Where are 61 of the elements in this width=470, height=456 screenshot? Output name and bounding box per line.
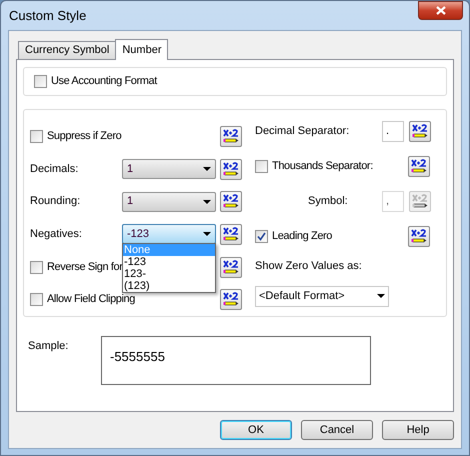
dialog-button[interactable]: OK	[220, 420, 292, 440]
checkbox[interactable]	[30, 130, 43, 143]
checkbox-label: Leading Zero	[272, 228, 332, 244]
dialog-button[interactable]: Cancel	[301, 420, 373, 440]
field-label: Symbol:	[308, 194, 348, 207]
formula-button[interactable]	[220, 126, 242, 147]
dialog-button[interactable]: Help	[382, 420, 454, 440]
dropdown-option[interactable]: 123-	[123, 268, 215, 280]
formula-button[interactable]	[409, 120, 431, 142]
dropdown[interactable]: -123	[122, 224, 216, 244]
field-label: Decimal Separator:	[255, 124, 350, 137]
formula-pencil-icon	[411, 228, 427, 244]
tab[interactable]: Currency Symbol	[18, 41, 116, 60]
close-icon	[436, 6, 446, 15]
field-label: Decimals:	[30, 162, 80, 177]
formula-pencil-icon	[223, 162, 239, 176]
checkbox-label: Suppress if Zero	[47, 129, 122, 144]
checkbox-label: Reverse Sign for	[47, 260, 123, 275]
dropdown-option[interactable]: (123)	[123, 280, 215, 292]
separator-field[interactable]: .	[382, 120, 404, 142]
dropdown-option[interactable]: -123	[123, 256, 215, 268]
formula-pencil-icon	[223, 226, 239, 242]
sample-preview: -5555555	[101, 336, 371, 385]
dropdown[interactable]: <Default Format>	[255, 286, 389, 306]
caret-icon	[203, 167, 211, 171]
checkbox[interactable]	[30, 293, 43, 306]
formula-pencil-icon	[412, 194, 428, 208]
window-title: Custom Style	[9, 6, 86, 25]
close-button[interactable]	[418, 1, 463, 20]
checkbox-label: Allow Field Clipping	[47, 292, 135, 308]
checkbox[interactable]	[255, 160, 268, 172]
formula-pencil-icon	[223, 260, 239, 275]
formula-pencil-icon	[411, 158, 427, 174]
formula-button[interactable]	[220, 158, 242, 180]
field-label: Negatives:	[30, 227, 83, 242]
checkbox-label: Use Accounting Format	[51, 74, 157, 90]
checkmark-icon	[257, 232, 266, 240]
checkbox[interactable]	[255, 230, 268, 242]
sample-label: Sample:	[28, 339, 70, 354]
caret-icon	[377, 294, 385, 298]
formula-button[interactable]	[220, 191, 242, 212]
checkbox-label: Thousands Separator:	[272, 158, 373, 174]
formula-button[interactable]	[408, 226, 430, 246]
checkbox[interactable]	[30, 260, 43, 274]
tab[interactable]: Number	[115, 39, 168, 60]
formula-button[interactable]	[408, 156, 430, 176]
caret-icon	[203, 200, 211, 204]
field-label: Show Zero Values as:	[255, 258, 362, 274]
formula-pencil-icon	[223, 128, 239, 144]
checkbox[interactable]	[34, 75, 47, 88]
formula-button[interactable]	[220, 224, 242, 245]
formula-pencil-icon	[223, 292, 239, 308]
formula-button[interactable]	[220, 289, 242, 310]
caret-icon	[203, 232, 211, 236]
formula-pencil-icon	[412, 124, 428, 138]
field-label: Rounding:	[30, 194, 82, 210]
dropdown[interactable]: 1	[122, 192, 216, 212]
formula-pencil-icon	[223, 194, 239, 210]
formula-button[interactable]	[220, 256, 242, 278]
dropdown[interactable]: 1	[122, 159, 216, 179]
formula-button[interactable]	[409, 190, 431, 212]
